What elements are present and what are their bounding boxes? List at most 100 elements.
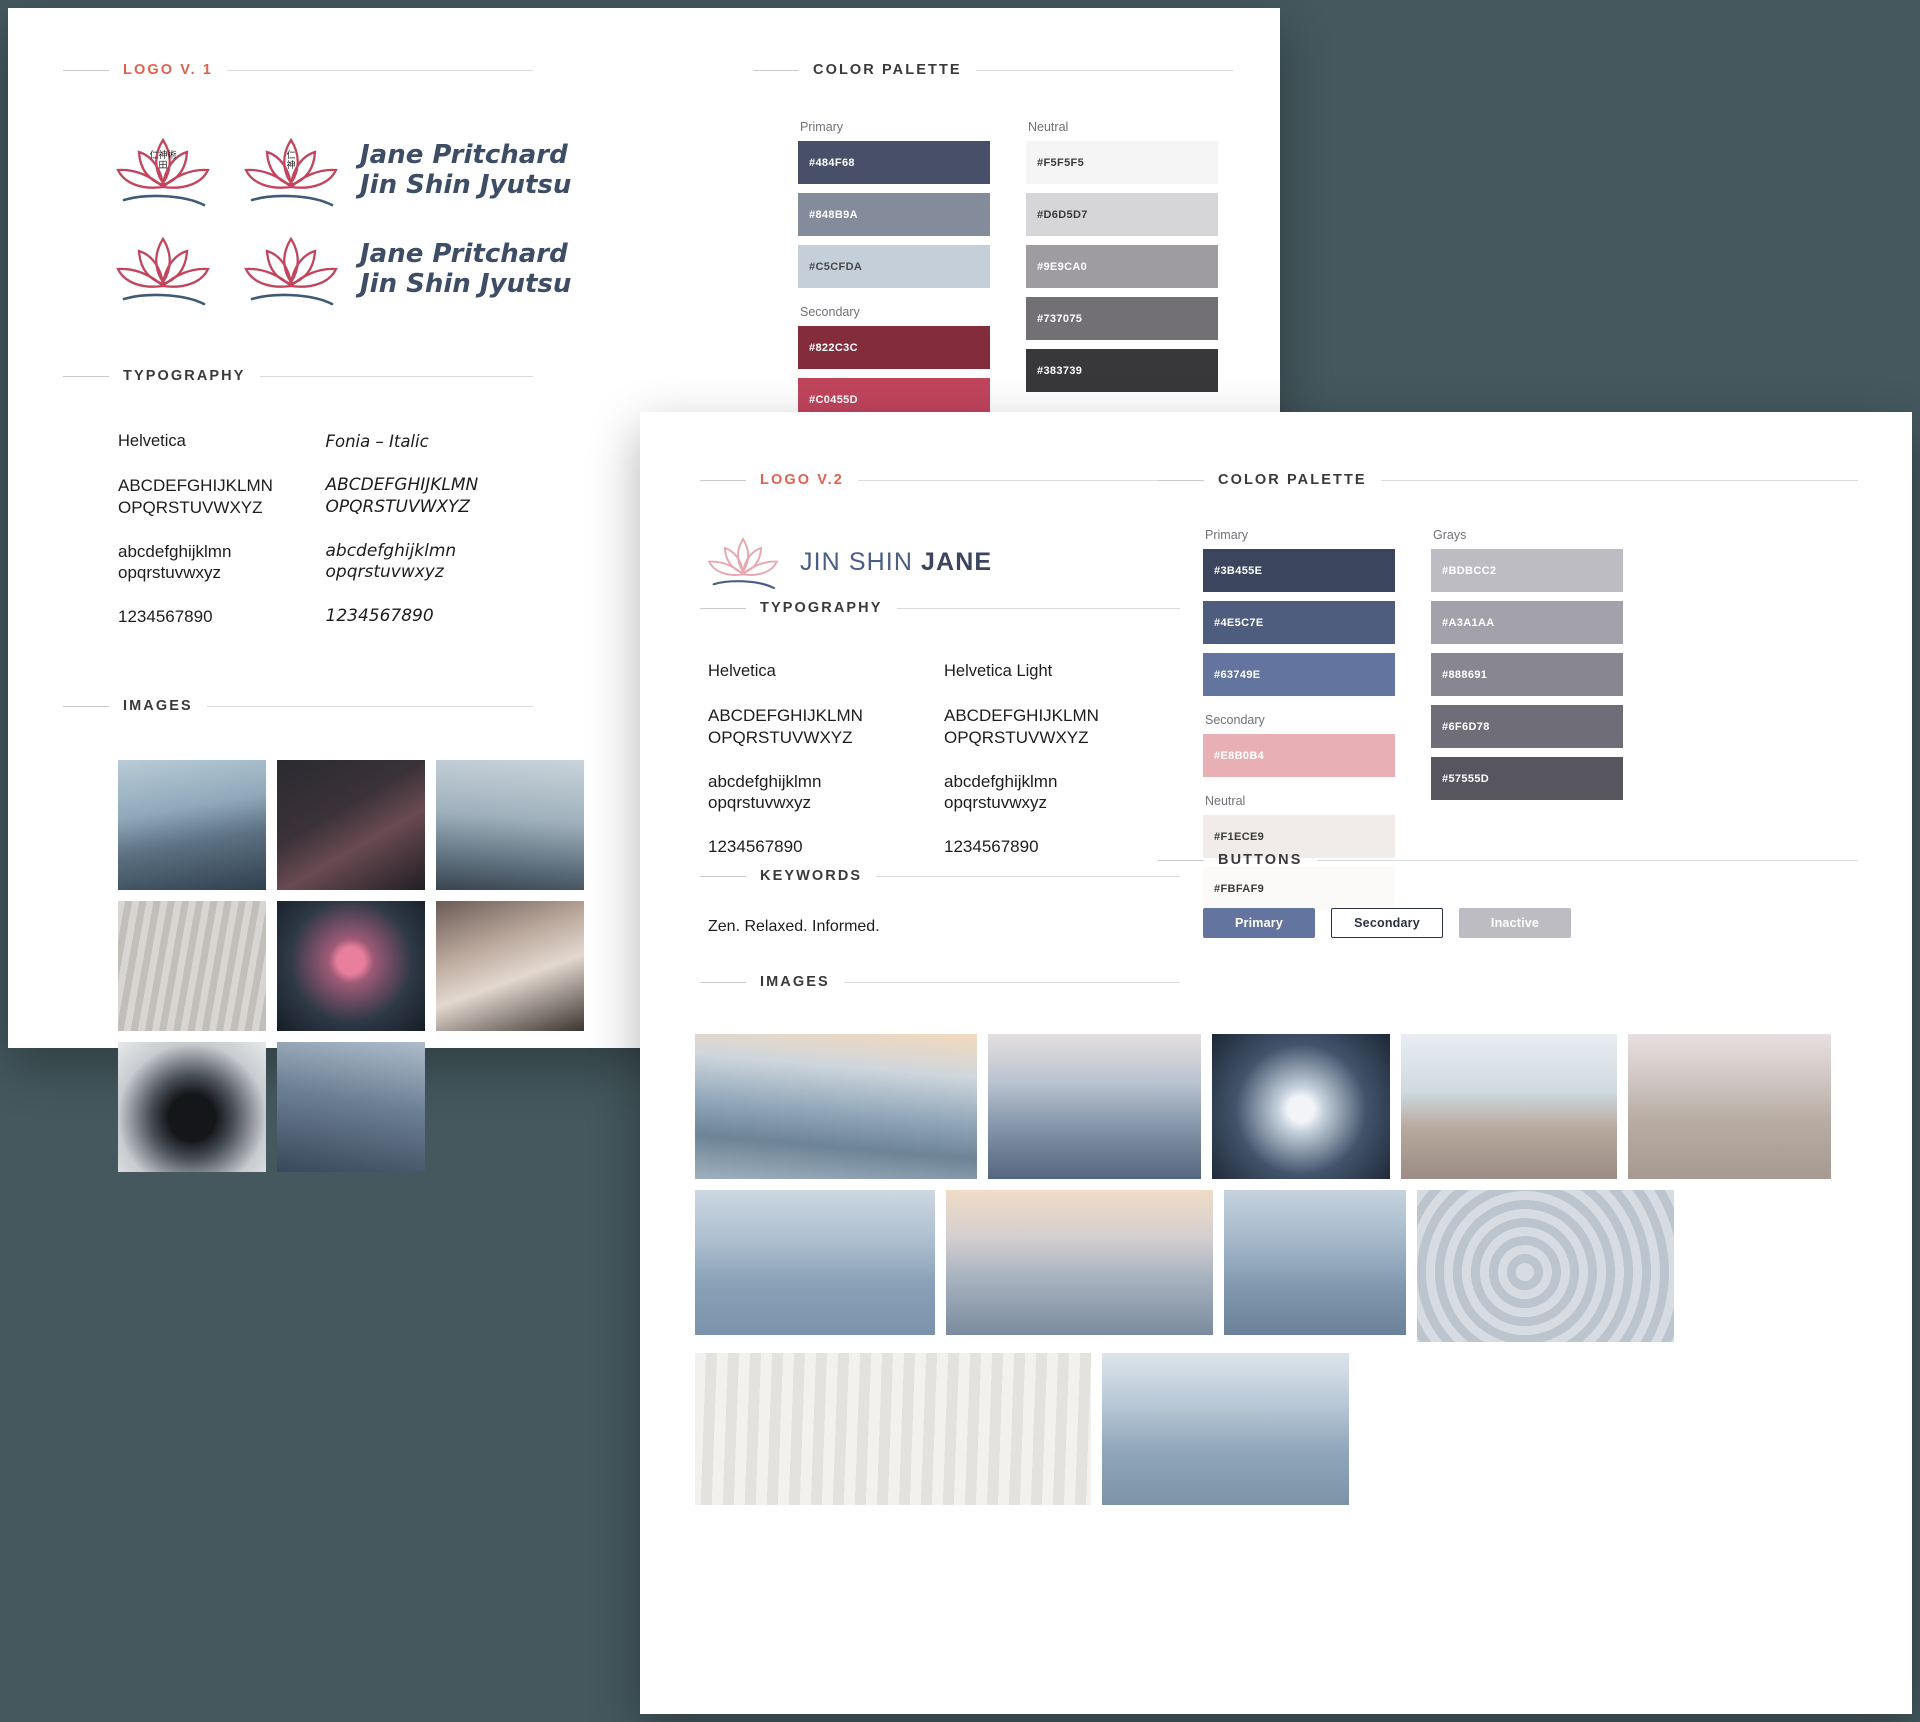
image-tile[interactable]	[1417, 1190, 1674, 1342]
brand-guide-card-v2: LOGO V.2 JIN SHIN JANE TYPOGRAPHY Helvet…	[640, 412, 1912, 1714]
color-swatch[interactable]: #3B455E	[1203, 549, 1395, 592]
font-lowercase: abcdefghijklmn opqrstuvwxyz	[708, 771, 822, 813]
color-swatch[interactable]: #9E9CA0	[1026, 245, 1218, 288]
rule-right	[876, 875, 1180, 877]
rule-right	[843, 981, 1180, 983]
font-lowercase: abcdefghijklmn opqrstuvwxyz	[118, 541, 232, 583]
image-tile[interactable]	[1212, 1034, 1390, 1179]
logo-v2-heading: LOGO V.2	[700, 472, 1180, 488]
rule-left	[63, 69, 109, 71]
palette-column-neutral: Neutral #F5F5F5 #D6D5D7 #9E9CA0 #737075 …	[1026, 120, 1218, 430]
palette-group-label: Primary	[800, 120, 844, 134]
svg-text:田: 田	[158, 160, 167, 170]
image-tile[interactable]	[436, 901, 584, 1031]
wordmark-tagline: Jin Shin Jyutsu	[360, 169, 572, 200]
buttons-section: BUTTONS Primary Secondary Inactive	[1158, 852, 1858, 938]
inactive-button[interactable]: Inactive	[1459, 908, 1571, 938]
rule-right	[896, 607, 1180, 609]
rule-left	[700, 607, 746, 609]
font-uppercase: ABCDEFGHIJKLMN OPQRSTUVWXYZ	[325, 475, 479, 517]
image-tile[interactable]	[118, 760, 266, 890]
color-swatch[interactable]: #57555D	[1431, 757, 1623, 800]
image-tile[interactable]	[1401, 1034, 1617, 1179]
color-swatch[interactable]: #F5F5F5	[1026, 141, 1218, 184]
secondary-button[interactable]: Secondary	[1331, 908, 1443, 938]
palette-v1-section: COLOR PALETTE Primary #484F68 #848B9A #C…	[753, 62, 1233, 430]
color-swatch[interactable]: #848B9A	[798, 193, 990, 236]
primary-button[interactable]: Primary	[1203, 908, 1315, 938]
font-spec-fonia-italic: Fonia – Italic ABCDEFGHIJKLMN OPQRSTUVWX…	[326, 432, 534, 650]
svg-text:神: 神	[286, 159, 295, 170]
lotus-icon-pink	[707, 537, 779, 590]
image-tile[interactable]	[1224, 1190, 1406, 1335]
font-uppercase: ABCDEFGHIJKLMN OPQRSTUVWXYZ	[944, 706, 1099, 747]
logo-v2-wordmark: JIN SHIN JANE	[800, 548, 992, 577]
rule-right	[259, 375, 533, 377]
rule-left	[1158, 859, 1204, 861]
image-tile[interactable]	[695, 1190, 935, 1335]
logo-v2-lockup: JIN SHIN JANE	[700, 530, 992, 594]
image-tile[interactable]	[436, 760, 584, 890]
color-swatch[interactable]: #63749E	[1203, 653, 1395, 696]
lotus-icon-lockup	[244, 236, 338, 306]
color-swatch[interactable]: #A3A1AA	[1431, 601, 1623, 644]
wordmark-bold: JANE	[921, 547, 993, 576]
image-tile[interactable]	[1628, 1034, 1831, 1179]
typography-v1-title: TYPOGRAPHY	[123, 368, 246, 384]
typography-v2-section: TYPOGRAPHY Helvetica ABCDEFGHIJKLMN OPQR…	[700, 600, 1180, 880]
logo-v1-title: LOGO V. 1	[123, 62, 214, 78]
image-tile[interactable]	[1102, 1353, 1349, 1505]
images-v2-section: IMAGES	[700, 974, 1180, 990]
color-swatch[interactable]: #C5CFDA	[798, 245, 990, 288]
palette-v2-title: COLOR PALETTE	[1218, 472, 1367, 488]
image-tile[interactable]	[988, 1034, 1201, 1179]
font-spec-helvetica-light: Helvetica Light ABCDEFGHIJKLMN OPQRSTUVW…	[944, 662, 1180, 880]
rule-left	[700, 875, 746, 877]
typography-v1-section: TYPOGRAPHY Helvetica ABCDEFGHIJKLMN OPQR…	[63, 368, 533, 650]
image-tile[interactable]	[118, 901, 266, 1031]
image-tile[interactable]	[946, 1190, 1213, 1335]
color-swatch[interactable]: #888691	[1431, 653, 1623, 696]
wordmark-tagline: Jin Shin Jyutsu	[360, 268, 572, 299]
palette-v2-heading: COLOR PALETTE	[1158, 472, 1858, 488]
font-name: Fonia – Italic	[325, 432, 429, 451]
keywords-title: KEYWORDS	[760, 868, 863, 884]
font-name: Helvetica	[118, 432, 186, 450]
images-v2-grid	[695, 1034, 1875, 1505]
font-spec-helvetica: Helvetica ABCDEFGHIJKLMN OPQRSTUVWXYZ ab…	[708, 662, 944, 880]
color-swatch[interactable]: #6F6D78	[1431, 705, 1623, 748]
image-tile[interactable]	[695, 1353, 1091, 1505]
keywords-text: Zen. Relaxed. Informed.	[708, 918, 880, 935]
rule-right	[227, 69, 533, 71]
color-swatch[interactable]: #D6D5D7	[1026, 193, 1218, 236]
color-swatch[interactable]: #822C3C	[798, 326, 990, 369]
font-name: Helvetica Light	[944, 662, 1053, 680]
image-tile[interactable]	[277, 1042, 425, 1172]
keywords-section: KEYWORDS Zen. Relaxed. Informed.	[700, 868, 1180, 936]
font-uppercase: ABCDEFGHIJKLMN OPQRSTUVWXYZ	[118, 476, 273, 517]
color-swatch[interactable]: #484F68	[798, 141, 990, 184]
palette-v1-heading: COLOR PALETTE	[753, 62, 1233, 78]
image-tile[interactable]	[118, 1042, 266, 1172]
color-swatch[interactable]: #383739	[1026, 349, 1218, 392]
images-v1-grid	[118, 760, 638, 1172]
image-tile[interactable]	[277, 901, 425, 1031]
color-swatch[interactable]: #737075	[1026, 297, 1218, 340]
palette-group-label: Secondary	[800, 305, 860, 319]
color-swatch[interactable]: #BDBCC2	[1431, 549, 1623, 592]
color-swatch[interactable]: #4E5C7E	[1203, 601, 1395, 644]
images-v1-section: IMAGES	[63, 698, 533, 714]
color-swatch[interactable]: #E8B0B4	[1203, 734, 1395, 777]
rule-left	[753, 69, 799, 71]
palette-group-label: Primary	[1205, 528, 1249, 542]
font-lowercase: abcdefghijklmn opqrstuvwxyz	[325, 540, 457, 583]
logo-v1-marks: 仁神術 田 仁 神 Jane Pritchard Jin Shin Jyutsu…	[108, 128, 571, 312]
wordmark-name: Jane Pritchard	[360, 140, 568, 171]
rule-left	[700, 981, 746, 983]
palette-group-label: Grays	[1433, 528, 1467, 542]
logo-v1-heading: LOGO V. 1	[63, 62, 533, 78]
font-numerals: 1234567890	[325, 606, 434, 626]
image-tile[interactable]	[277, 760, 425, 890]
images-v1-title: IMAGES	[123, 698, 193, 714]
image-tile[interactable]	[695, 1034, 977, 1179]
